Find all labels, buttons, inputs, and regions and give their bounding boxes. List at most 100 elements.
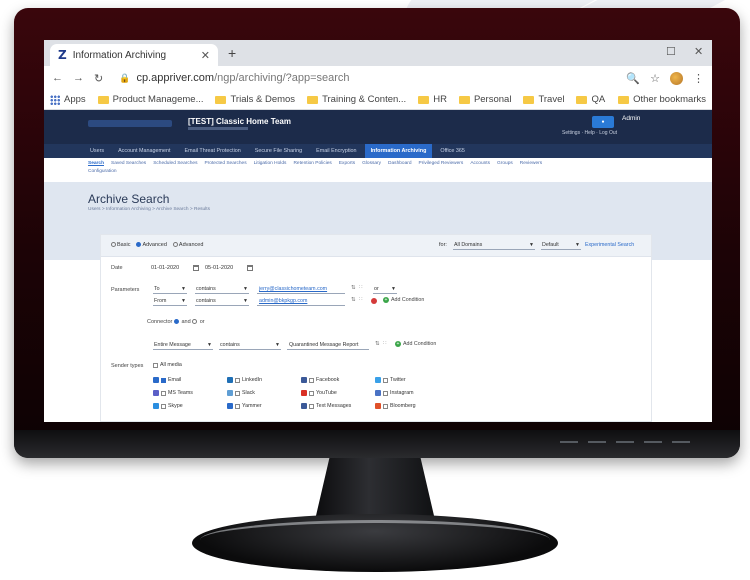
bookmark-folder[interactable]: Training & Conten... <box>307 94 406 105</box>
nav-information-archiving[interactable]: Information Archiving <box>364 144 433 158</box>
bookmark-apps[interactable]: Apps <box>50 94 86 105</box>
zoom-icon[interactable]: 🔍 <box>626 72 640 85</box>
checkbox-icon <box>235 377 240 383</box>
bookmark-folder[interactable]: Product Manageme... <box>97 94 203 105</box>
folder-icon <box>97 95 109 104</box>
radio-icon[interactable] <box>173 319 179 325</box>
subnav-exports[interactable]: Exports <box>339 161 355 166</box>
source-ms-teams[interactable]: MS Teams <box>153 390 193 396</box>
admin-label[interactable]: Admin <box>622 115 640 122</box>
nav-email-encryption[interactable]: Email Encryption <box>310 144 362 158</box>
param-value-input[interactable]: admin@bkpkgp.com <box>257 297 345 306</box>
bookmark-folder[interactable]: QA <box>576 94 605 105</box>
nav-users[interactable]: Users <box>84 144 110 158</box>
bookmark-folder[interactable]: HR <box>418 94 447 105</box>
bookmark-folder[interactable]: Personal <box>458 94 511 105</box>
add-condition-button[interactable]: + Add Condition <box>395 341 436 347</box>
tab-close-icon[interactable]: ✕ <box>201 49 210 62</box>
subnav-dashboard[interactable]: Dashboard <box>388 161 411 166</box>
group-value-input[interactable]: Quarantined Message Report <box>287 341 369 350</box>
subnav-scheduled-searches[interactable]: Scheduled Searches <box>153 161 197 166</box>
subnav-privileged-reviewers[interactable]: Privileged Reviewers <box>419 161 464 166</box>
source-text-messages[interactable]: Text Messages <box>301 403 351 409</box>
group-operator-select[interactable]: contains ▼ <box>219 341 281 350</box>
source-youtube[interactable]: YouTube <box>301 390 337 396</box>
source-twitter[interactable]: Twitter <box>375 377 406 383</box>
adjust-icon[interactable]: ⇅ <box>375 341 380 347</box>
calendar-icon[interactable] <box>193 265 199 271</box>
radio-icon[interactable] <box>192 319 198 325</box>
remove-condition-icon[interactable] <box>371 298 377 304</box>
mode-advanced[interactable]: Advanced <box>136 242 167 248</box>
header-links[interactable]: Settings · Help · Log Out <box>562 130 617 136</box>
subnav-glossary[interactable]: Glossary <box>362 161 381 166</box>
nav-email-threat-protection[interactable]: Email Threat Protection <box>179 144 247 158</box>
subnav-groups[interactable]: Groups <box>497 161 513 166</box>
param-operator-select[interactable]: contains ▼ <box>195 285 249 294</box>
default-select[interactable]: Default ▼ <box>541 241 581 250</box>
source-slack[interactable]: Slack <box>227 390 255 396</box>
code-icon[interactable]: ∷ <box>359 297 363 303</box>
youtube-icon <box>301 390 307 396</box>
source-instagram[interactable]: Instagram <box>375 390 414 396</box>
connector-and[interactable]: and <box>181 319 190 325</box>
subnav-protected-searches[interactable]: Protected Searches <box>204 161 246 166</box>
bookmark-folder[interactable]: Trials & Demos <box>215 94 295 105</box>
monitor-buttons <box>560 441 690 445</box>
param-field-select[interactable]: To ▼ <box>153 285 187 294</box>
app-page: [TEST] Classic Home Team ● Admin Setting… <box>44 110 712 422</box>
source-yammer[interactable]: Yammer <box>227 403 262 409</box>
nav-account-management[interactable]: Account Management <box>112 144 176 158</box>
subnav-reviewers[interactable]: Reviewers <box>520 161 542 166</box>
window-maximize-icon[interactable]: ☐ <box>666 45 676 58</box>
url-field[interactable]: 🔒 cp.appriver.com/ngp/archiving/?app=sea… <box>113 69 616 87</box>
join-select[interactable]: or ▼ <box>373 285 397 294</box>
source-linkedin[interactable]: LinkedIn <box>227 377 262 383</box>
date-to[interactable]: 05-01-2020 <box>205 265 233 271</box>
all-media-checkbox[interactable]: All media <box>153 362 182 368</box>
source-bloomberg[interactable]: Bloomberg <box>375 403 416 409</box>
window-close-icon[interactable]: ✕ <box>694 45 703 58</box>
back-icon[interactable]: ← <box>52 72 63 84</box>
adjust-icon[interactable]: ⇅ <box>351 285 356 291</box>
add-condition-button[interactable]: + Add Condition <box>383 297 424 303</box>
new-tab-button[interactable]: + <box>228 45 236 61</box>
bookmark-folder[interactable]: Travel <box>523 94 564 105</box>
mode-advanced-alt[interactable]: Advanced <box>172 242 203 248</box>
adjust-icon[interactable]: ⇅ <box>351 297 356 303</box>
date-label: Date <box>111 265 123 271</box>
subnav-accounts[interactable]: Accounts <box>470 161 490 166</box>
browser-menu-icon[interactable]: ⋮ <box>693 72 704 85</box>
reload-icon[interactable]: ↻ <box>94 72 103 85</box>
forward-icon[interactable]: → <box>73 72 84 84</box>
mode-basic[interactable]: Basic <box>111 242 130 248</box>
code-icon[interactable]: ∷ <box>383 341 387 347</box>
subnav-retention-policies[interactable]: Retention Policies <box>293 161 331 166</box>
address-bar: ← → ↻ 🔒 cp.appriver.com/ngp/archiving/?a… <box>44 66 712 90</box>
subnav-saved-searches[interactable]: Saved Searches <box>111 161 146 166</box>
subnav-litigation-holds[interactable]: Litigation Holds <box>254 161 287 166</box>
param-value-input[interactable]: jerry@classichometeam.com <box>257 285 345 294</box>
bookmark-star-icon[interactable]: ☆ <box>650 72 660 85</box>
checkbox-icon <box>153 362 158 368</box>
browser-tab[interactable]: Z Information Archiving ✕ <box>50 44 218 66</box>
domain-select[interactable]: All Domains ▼ <box>453 241 535 250</box>
code-icon[interactable]: ∷ <box>359 285 363 291</box>
source-facebook[interactable]: Facebook <box>301 377 339 383</box>
nav-office-365[interactable]: Office 365 <box>434 144 470 158</box>
nav-secure-file-sharing[interactable]: Secure File Sharing <box>249 144 308 158</box>
source-skype[interactable]: Skype <box>153 403 183 409</box>
subnav-configuration[interactable]: Configuration <box>44 169 712 179</box>
group-field-select[interactable]: Entire Message ▼ <box>153 341 213 350</box>
param-field-select[interactable]: From ▼ <box>153 297 187 306</box>
connector-or[interactable]: or <box>200 319 205 325</box>
date-from[interactable]: 01-01-2020 <box>151 265 179 271</box>
param-operator-select[interactable]: contains ▼ <box>195 297 249 306</box>
profile-avatar[interactable] <box>670 71 683 85</box>
other-bookmarks[interactable]: Other bookmarks <box>618 94 706 105</box>
linkedin-icon <box>227 377 233 383</box>
experimental-search-link[interactable]: Experimental Search <box>585 242 634 248</box>
source-email[interactable]: Email <box>153 377 181 383</box>
calendar-icon[interactable] <box>247 265 253 271</box>
subnav-search[interactable]: Search <box>88 161 104 166</box>
